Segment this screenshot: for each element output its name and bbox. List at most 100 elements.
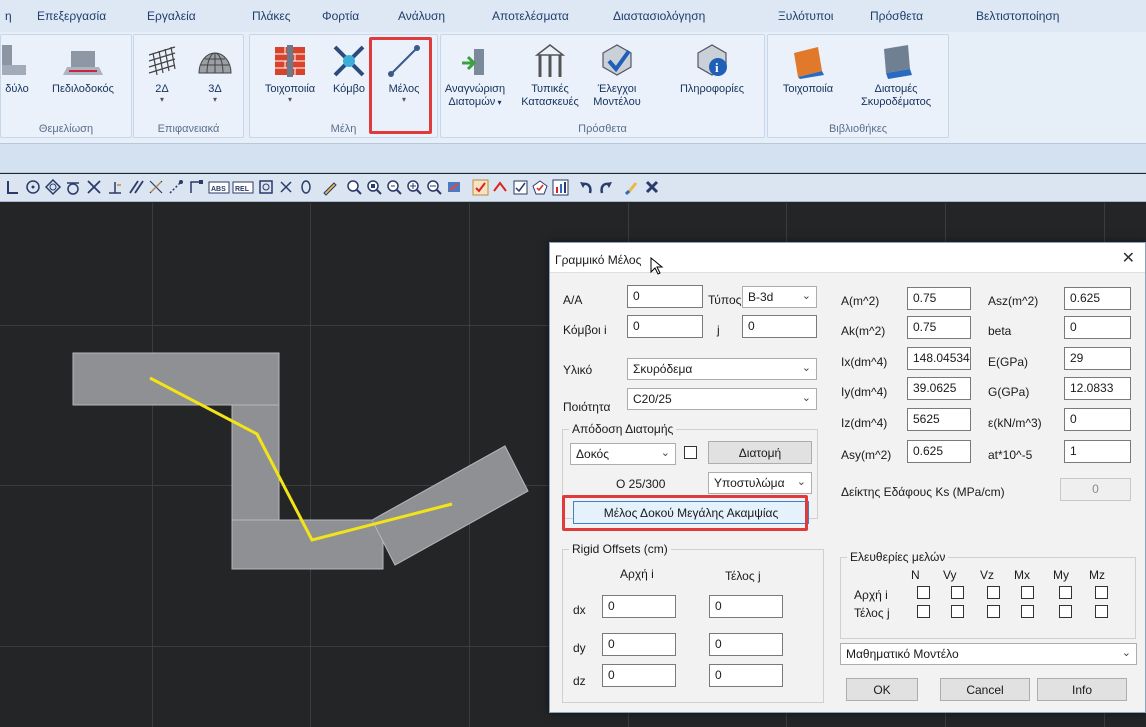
snap-parallel-icon[interactable] — [128, 179, 145, 196]
section-button[interactable]: Διατομή — [708, 441, 812, 464]
model-select[interactable]: Μαθηματικό Μοντέλο ⌄ — [840, 643, 1137, 665]
column-select[interactable]: Υποστυλώμα ⌄ — [708, 472, 812, 494]
node-button[interactable]: Κόμβο — [328, 43, 370, 96]
undo-icon[interactable] — [578, 179, 595, 196]
release-checkbox[interactable] — [1059, 586, 1072, 599]
menu-item-tools[interactable]: Εργαλεία — [147, 9, 196, 23]
menu-item-loads[interactable]: Φορτία — [322, 9, 359, 23]
menu-item-results[interactable]: Αποτελέσματα — [492, 9, 569, 23]
dz-start-input[interactable]: 0 — [602, 664, 676, 687]
g-modulus-input[interactable]: 12.0833 — [1064, 377, 1131, 400]
menu-item-addons[interactable]: Πρόσθετα — [870, 9, 923, 23]
snap-tangent-icon[interactable] — [65, 179, 82, 196]
delete-icon[interactable] — [644, 179, 661, 196]
rigid-offsets-label: Rigid Offsets (cm) — [569, 542, 671, 556]
menu-item-design[interactable]: Διαστασιολόγηση — [613, 9, 705, 23]
information-button[interactable]: i Πληροφορίες — [671, 43, 753, 96]
aa-input[interactable]: 0 — [627, 285, 703, 308]
type-select[interactable]: B-3d ⌄ — [742, 286, 817, 308]
release-checkbox[interactable] — [1059, 605, 1072, 618]
model-checks-button[interactable]: Έλεγχοι Μοντέλου — [587, 43, 647, 109]
select-all-icon[interactable] — [552, 179, 569, 196]
cancel-button[interactable]: Cancel — [940, 678, 1030, 701]
zoom-all-icon[interactable] — [386, 179, 403, 196]
dy-end-input[interactable]: 0 — [709, 633, 783, 656]
release-checkbox[interactable] — [1021, 605, 1034, 618]
select-member-icon[interactable] — [472, 179, 489, 196]
quality-select[interactable]: C20/25 ⌄ — [627, 388, 817, 410]
section-recognition-button[interactable]: Αναγνώριση Διατομών ▾ — [443, 43, 507, 109]
ix-input[interactable]: 148.04534 — [907, 347, 971, 370]
surface-2d-button[interactable]: 2Δ ▾ — [140, 43, 184, 104]
section-type-select[interactable]: Δοκός ⌄ — [570, 443, 676, 465]
surface-3d-button[interactable]: 3Δ ▾ — [192, 43, 238, 104]
relative-coords-icon[interactable]: REL — [232, 179, 254, 196]
snap-extension-icon[interactable] — [168, 179, 185, 196]
material-select[interactable]: Σκυρόδεμα ⌄ — [627, 358, 817, 380]
snap-none-icon[interactable] — [278, 179, 295, 196]
iy-input[interactable]: 39.0625 — [907, 377, 971, 400]
release-checkbox[interactable] — [951, 605, 964, 618]
snap-center-icon[interactable] — [25, 179, 42, 196]
typical-structures-button[interactable]: Τυπικές Κατασκευές — [519, 43, 581, 109]
ak-input[interactable]: 0.75 — [907, 316, 971, 339]
masonry-library-button[interactable]: Τοιχοποιία — [772, 43, 844, 96]
brush-icon[interactable] — [624, 179, 641, 196]
release-checkbox[interactable] — [987, 586, 1000, 599]
asz-input[interactable]: 0.625 — [1064, 287, 1131, 310]
zoom-icon[interactable] — [346, 179, 363, 196]
release-checkbox[interactable] — [917, 586, 930, 599]
dy-start-input[interactable]: 0 — [602, 633, 676, 656]
strip-footing-button[interactable]: Πεδιλοδοκός — [39, 43, 127, 96]
thermal-coef-input[interactable]: 1 — [1064, 440, 1131, 463]
select-line-icon[interactable] — [492, 179, 509, 196]
close-icon[interactable]: ✕ — [1122, 248, 1135, 268]
release-checkbox[interactable] — [917, 605, 930, 618]
select-window-icon[interactable] — [512, 179, 529, 196]
concrete-sections-button[interactable]: Διατομές Σκυροδέματος — [848, 43, 944, 109]
pencil-icon[interactable] — [322, 179, 339, 196]
node-j-input[interactable]: 0 — [742, 315, 817, 338]
dx-end-input[interactable]: 0 — [709, 595, 783, 618]
release-checkbox[interactable] — [1095, 605, 1108, 618]
snap-quadrant-icon[interactable] — [45, 179, 62, 196]
absolute-coords-icon[interactable]: ABS — [208, 179, 230, 196]
ok-button[interactable]: OK — [846, 678, 918, 701]
unit-weight-input[interactable]: 0 — [1064, 408, 1131, 431]
info-button[interactable]: Info — [1037, 678, 1127, 701]
zoom-in-icon[interactable] — [406, 179, 423, 196]
menu-item-home[interactable]: η — [5, 9, 12, 23]
menu-item-optimization[interactable]: Βελτιστοποίηση — [976, 9, 1059, 23]
release-checkbox[interactable] — [987, 605, 1000, 618]
select-polygon-icon[interactable] — [532, 179, 549, 196]
release-checkbox[interactable] — [1095, 586, 1108, 599]
section-checkbox[interactable] — [684, 446, 697, 459]
iz-input[interactable]: 5625 — [907, 408, 971, 431]
redo-icon[interactable] — [598, 179, 615, 196]
masonry-button[interactable]: Τοιχοποιία ▾ — [254, 43, 326, 104]
snap-nearest-icon[interactable] — [148, 179, 165, 196]
dz-end-input[interactable]: 0 — [709, 664, 783, 687]
e-modulus-input[interactable]: 29 — [1064, 347, 1131, 370]
zoom-window-icon[interactable] — [366, 179, 383, 196]
snap-intersection-icon[interactable] — [86, 179, 103, 196]
pin-icon[interactable] — [298, 179, 315, 196]
release-checkbox[interactable] — [1021, 586, 1034, 599]
beta-input[interactable]: 0 — [1064, 316, 1131, 339]
asy-input[interactable]: 0.625 — [907, 440, 971, 463]
menu-item-formwork[interactable]: Ξυλότυποι — [778, 9, 833, 23]
dx-start-input[interactable]: 0 — [602, 595, 676, 618]
area-input[interactable]: 0.75 — [907, 287, 971, 310]
node-i-input[interactable]: 0 — [627, 315, 703, 338]
zoom-out-icon[interactable] — [426, 179, 443, 196]
snap-end-icon[interactable] — [4, 179, 21, 196]
menu-item-slabs[interactable]: Πλάκες — [252, 9, 291, 23]
menu-item-edit[interactable]: Επεξεργασία — [37, 9, 106, 23]
release-checkbox[interactable] — [951, 586, 964, 599]
redraw-icon[interactable] — [446, 179, 463, 196]
footing-button[interactable]: δύλο — [1, 43, 33, 96]
snap-insert-icon[interactable] — [188, 179, 205, 196]
snap-perpendicular-icon[interactable] — [107, 179, 124, 196]
snap-box-icon[interactable] — [258, 179, 275, 196]
menu-item-analysis[interactable]: Ανάλυση — [398, 9, 445, 23]
